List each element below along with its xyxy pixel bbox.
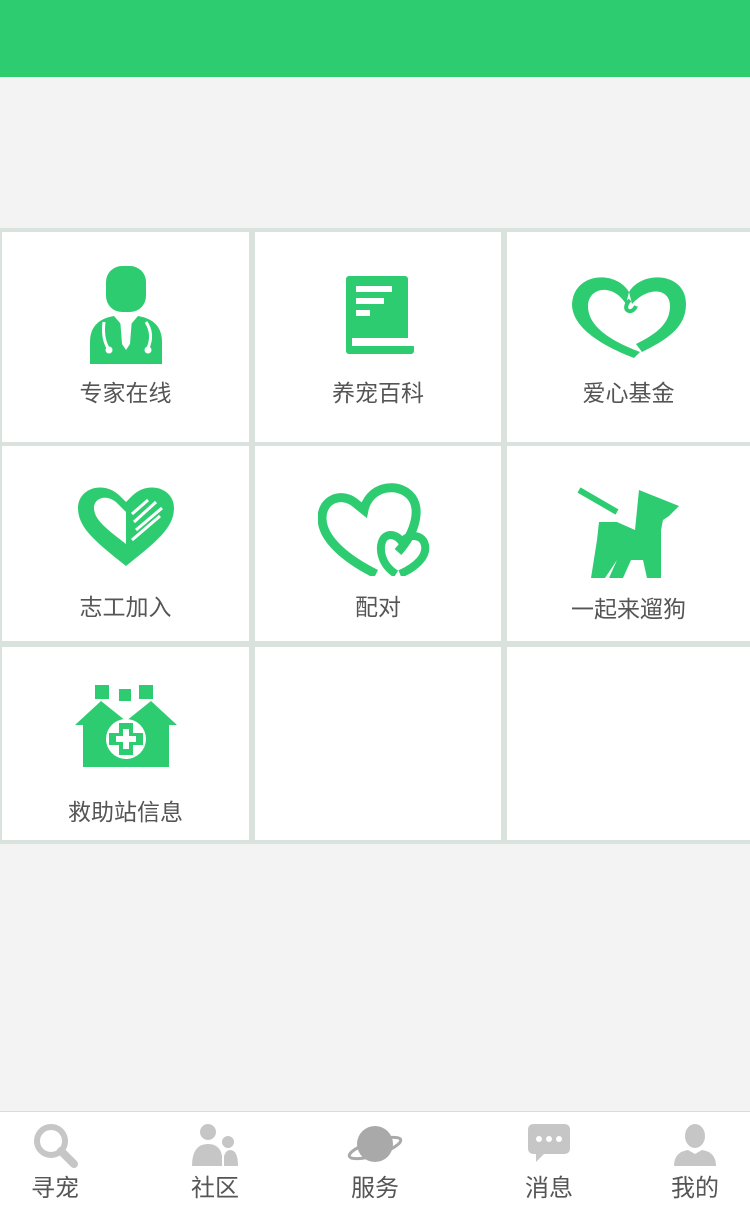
tab-label: 寻宠	[31, 1174, 79, 1202]
tab-label: 消息	[525, 1174, 573, 1202]
rescue-station-icon	[74, 685, 177, 767]
service-label: 配对	[355, 595, 401, 621]
status-bar	[0, 0, 750, 77]
service-rescue-station[interactable]: 救助站信息	[2, 647, 249, 840]
service-label: 志工加入	[79, 595, 172, 621]
service-pet-encyclopedia[interactable]: 养宠百科	[255, 232, 501, 442]
empty-cell	[507, 647, 750, 840]
service-label: 一起来遛狗	[571, 597, 686, 623]
chat-bubble-icon	[528, 1124, 570, 1162]
service-matching[interactable]: 配对	[255, 446, 501, 641]
book-icon	[346, 276, 414, 354]
service-grid: 专家在线 养宠百科 爱心基金 志工加入 配对 一起来遛狗 救助站信息	[0, 228, 750, 844]
empty-cell	[255, 647, 501, 840]
dog-walk-icon	[576, 487, 679, 578]
tab-service[interactable]: 服务	[320, 1112, 430, 1207]
heart-hand-icon	[77, 487, 174, 566]
service-dog-walking[interactable]: 一起来遛狗	[507, 446, 750, 641]
service-expert-online[interactable]: 专家在线	[2, 232, 249, 442]
planet-icon	[347, 1126, 403, 1162]
tab-label: 我的	[671, 1174, 719, 1202]
banner-area	[0, 77, 750, 228]
heart-icon	[571, 277, 686, 358]
people-icon	[192, 1124, 238, 1166]
double-heart-icon	[318, 483, 430, 576]
doctor-icon	[89, 266, 162, 364]
service-charity-fund[interactable]: 爱心基金	[507, 232, 750, 442]
tab-mine[interactable]: 我的	[640, 1112, 750, 1207]
tab-find-pet[interactable]: 寻宠	[0, 1112, 110, 1207]
service-label: 养宠百科	[332, 381, 424, 407]
search-icon	[34, 1124, 78, 1168]
bottom-tab-bar: 寻宠 社区 服务 消息 我的	[0, 1111, 750, 1207]
tab-label: 服务	[351, 1174, 399, 1202]
user-icon	[674, 1124, 716, 1166]
service-volunteer-join[interactable]: 志工加入	[2, 446, 249, 641]
tab-messages[interactable]: 消息	[494, 1112, 604, 1207]
service-label: 专家在线	[79, 381, 172, 407]
tab-label: 社区	[191, 1174, 239, 1202]
tab-community[interactable]: 社区	[160, 1112, 270, 1207]
service-label: 救助站信息	[68, 800, 183, 826]
service-label: 爱心基金	[582, 381, 675, 407]
